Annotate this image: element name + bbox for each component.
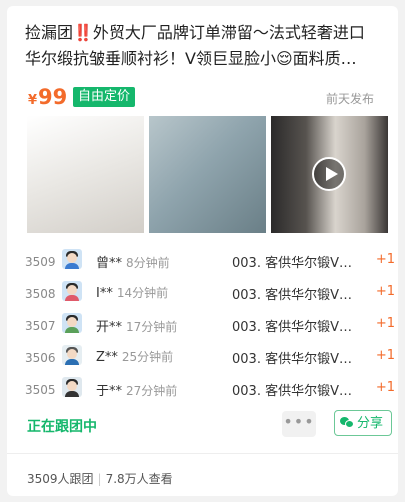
more-options-button[interactable]: ••• [282,411,316,437]
order-quantity: +1 [375,252,395,267]
order-item: 003. 客供华尔锻V… [232,256,352,271]
divider [7,453,398,454]
currency-symbol: ¥ [28,93,38,108]
buyer-name: Z** 25分钟前 [96,348,173,365]
avatar [62,249,82,269]
title-line-2: 华尔缎抗皱垂顺衬衫！V领巨显脸小😌面料质… [25,49,357,68]
buyer-name: 开** 17分钟前 [96,316,177,335]
wechat-icon [340,416,354,428]
buyer-nickname: 于** [96,384,123,399]
order-time: 27分钟前 [126,384,178,398]
play-icon[interactable] [312,157,346,191]
buyer-name: I** 14分钟前 [96,284,168,301]
buyer-nickname: 开** [96,320,123,335]
product-photo-2[interactable] [149,116,266,233]
price: ¥99 [28,85,67,109]
order-quantity: +1 [375,284,395,299]
order-row[interactable]: 3508 I** 14分钟前 003. 客供华尔锻V… +1 [25,281,395,313]
price-value: 99 [38,85,68,109]
order-row[interactable]: 3506 Z** 25分钟前 003. 客供华尔锻V… +1 [25,345,395,377]
follower-count: 3509人跟团 [27,472,94,486]
published-time: 前天发布 [325,92,374,106]
order-item: 003. 客供华尔锻V… [232,384,352,399]
stats-footer: 3509人跟团 | 7.8万人查看 [27,470,173,487]
order-number: 3508 [25,287,56,301]
view-count: 7.8万人查看 [105,472,173,486]
product-video-thumbnail[interactable] [271,116,388,233]
order-list: 3509 曾** 8分钟前 003. 客供华尔锻V… +1 3508 I** 14分… [25,249,395,409]
order-number: 3509 [25,255,56,269]
order-time: 14分钟前 [116,286,169,300]
order-time: 17分钟前 [126,320,178,334]
group-buy-card[interactable]: 捡漏团‼️外贸大厂品牌订单滞留～法式轻奢进口 华尔缎抗皱垂顺衬衫！V领巨显脸小😌… [7,6,398,496]
avatar [62,377,82,397]
buyer-nickname: I** [96,286,113,301]
order-time: 8分钟前 [126,256,170,270]
free-pricing-badge: 自由定价 [73,87,136,107]
buyer-name: 于** 27分钟前 [96,380,177,399]
share-label: 分享 [357,416,384,431]
share-button[interactable]: 分享 [334,410,392,436]
order-item: 003. 客供华尔锻V… [232,352,352,367]
product-photo-1[interactable] [27,116,144,233]
order-row[interactable]: 3509 曾** 8分钟前 003. 客供华尔锻V… +1 [25,249,395,281]
order-time: 25分钟前 [121,350,174,364]
buyer-nickname: Z** [96,350,118,365]
order-quantity: +1 [375,348,395,363]
order-row[interactable]: 3507 开** 17分钟前 003. 客供华尔锻V… +1 [25,313,395,345]
avatar [62,313,82,333]
avatar [62,281,82,301]
order-quantity: +1 [375,380,395,395]
order-number: 3505 [25,383,56,397]
following-status: 正在跟团中 [27,419,97,435]
title-line-1: 捡漏团‼️外贸大厂品牌订单滞留～法式轻奢进口 [25,23,365,42]
order-quantity: +1 [375,316,395,331]
separator: | [97,472,102,486]
buyer-nickname: 曾** [96,256,123,271]
buyer-name: 曾** 8分钟前 [96,252,170,271]
avatar [62,345,82,365]
order-item: 003. 客供华尔锻V… [232,288,352,303]
order-number: 3506 [25,351,56,365]
order-item: 003. 客供华尔锻V… [232,320,352,335]
order-number: 3507 [25,319,56,333]
order-row[interactable]: 3505 于** 27分钟前 003. 客供华尔锻V… +1 [25,377,395,409]
post-title[interactable]: 捡漏团‼️外贸大厂品牌订单滞留～法式轻奢进口 华尔缎抗皱垂顺衬衫！V领巨显脸小😌… [25,20,395,72]
